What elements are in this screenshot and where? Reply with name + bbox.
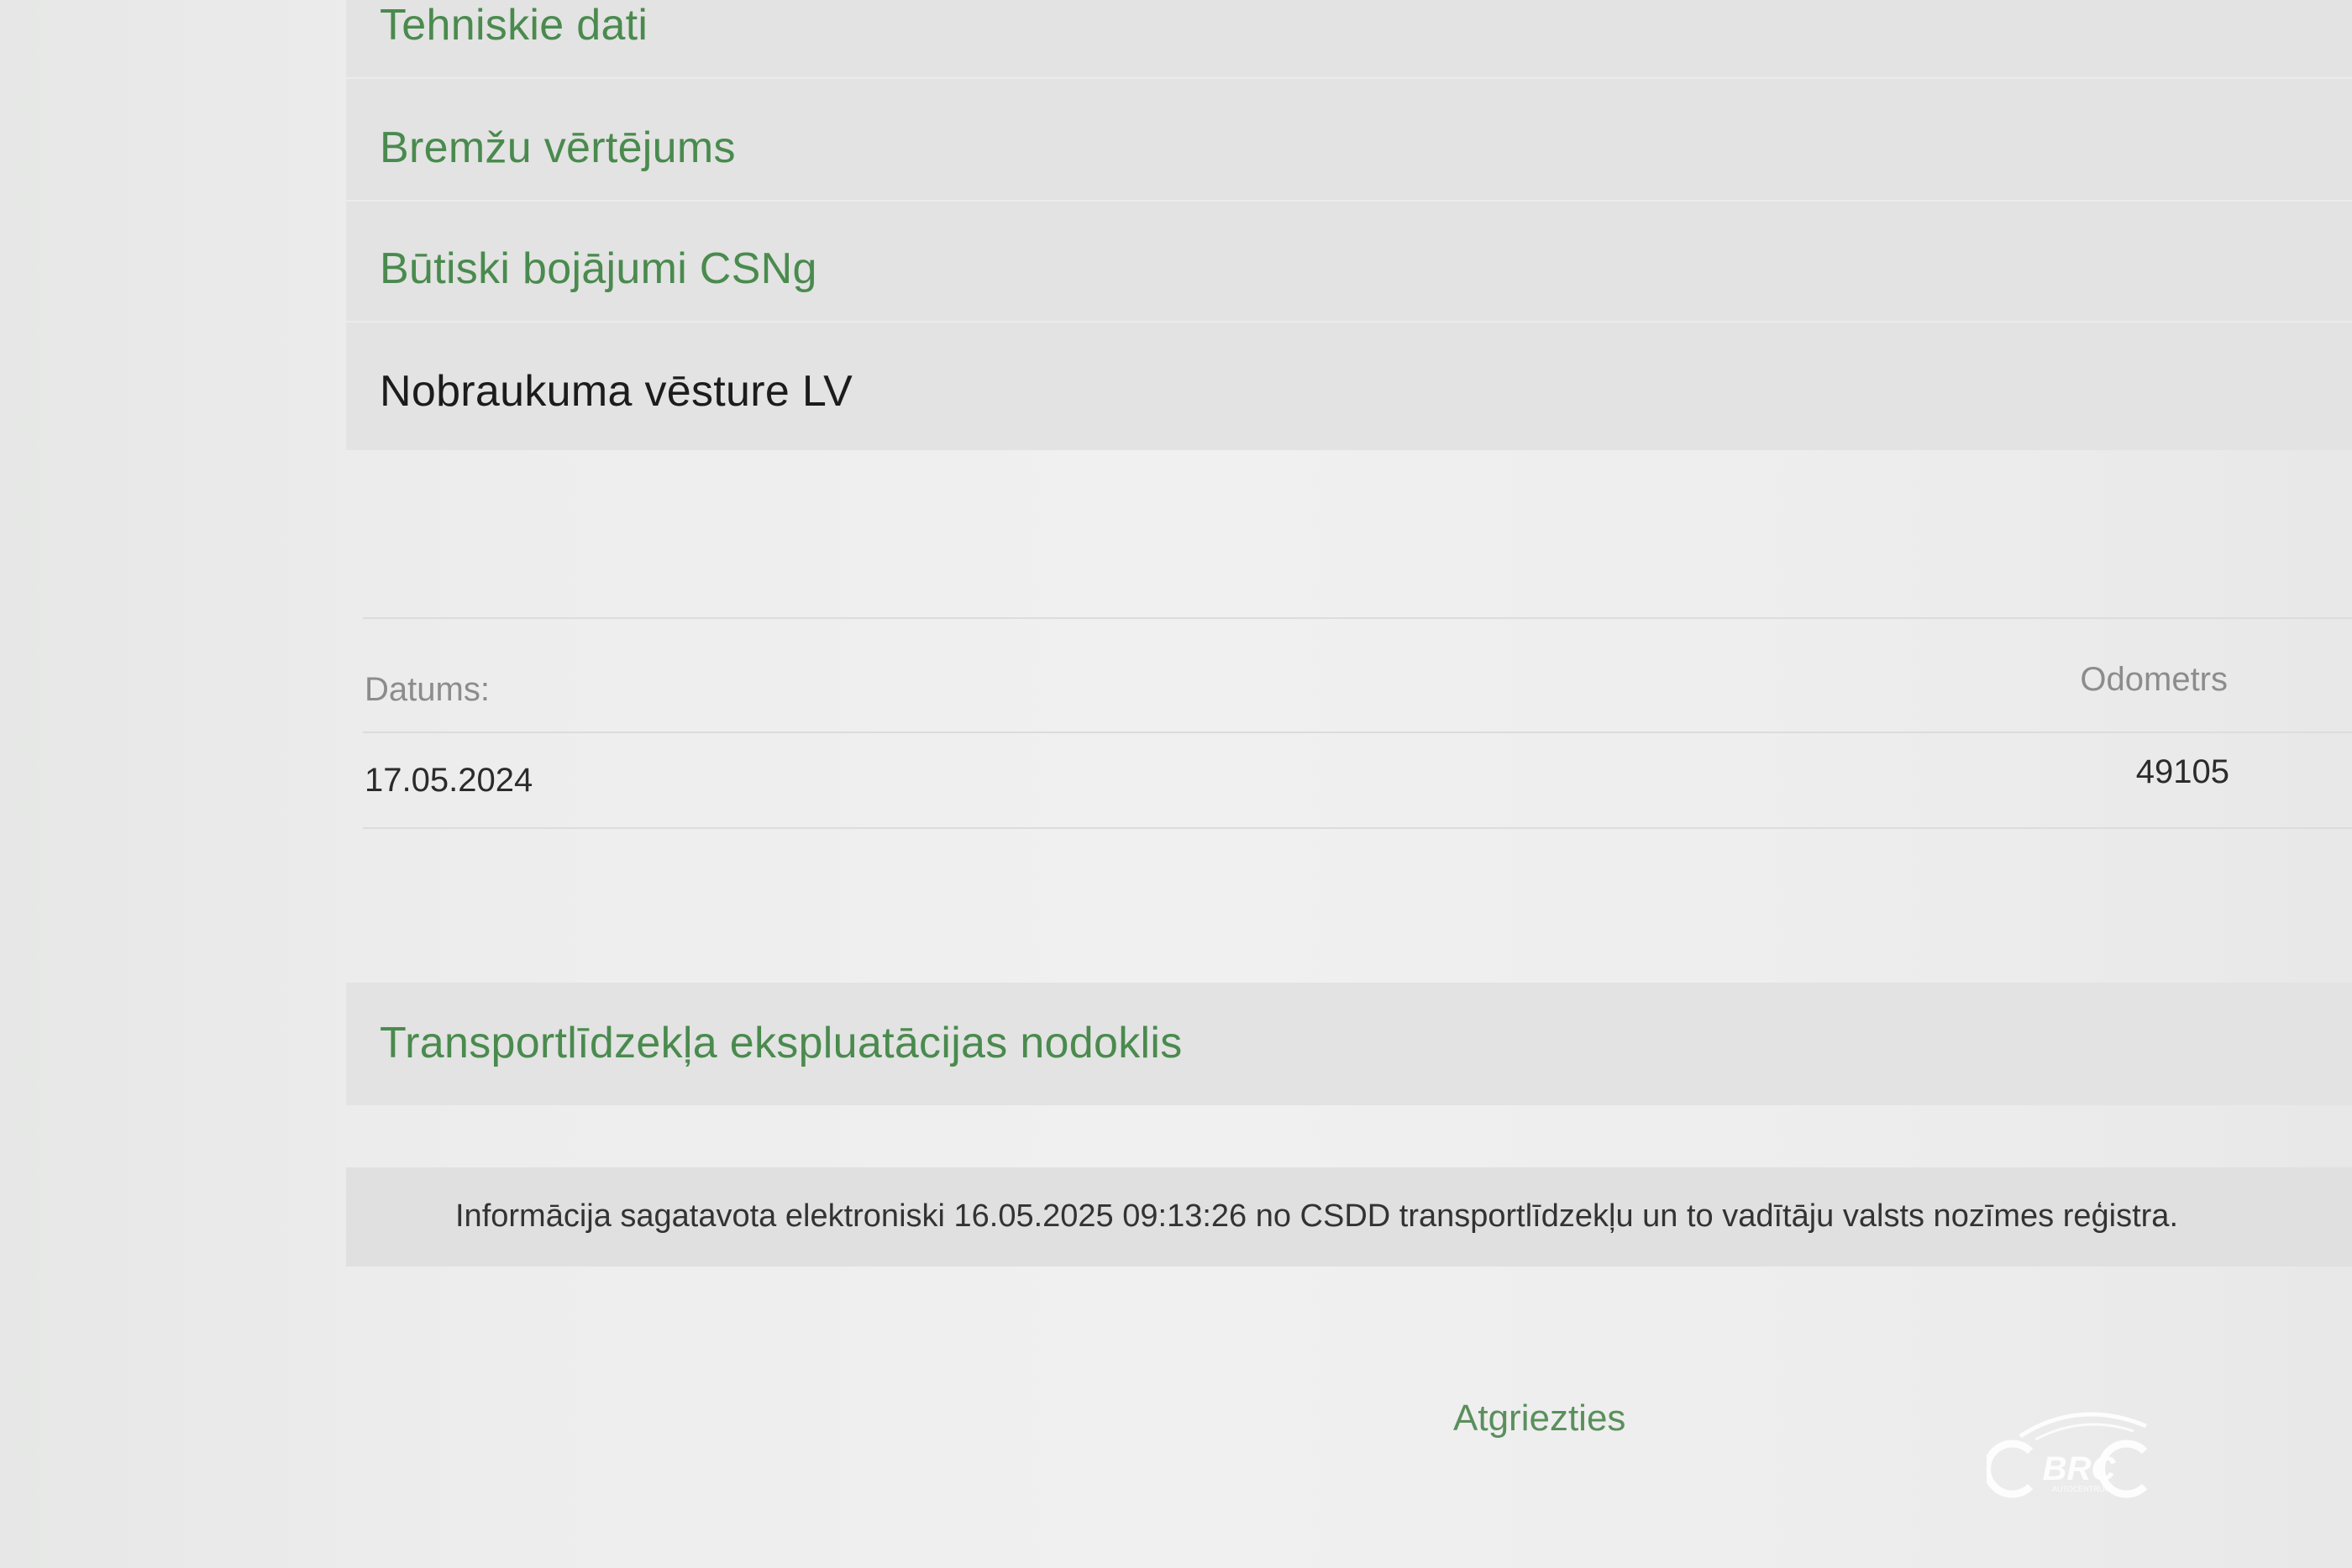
table-bottom-border <box>363 827 2352 829</box>
brc-logo-watermark: BRC AUTOCENTRUM <box>1987 1412 2148 1498</box>
menu-divider <box>346 200 2352 202</box>
menu-divider <box>346 77 2352 79</box>
logo-subtext: AUTOCENTRUM <box>2052 1485 2111 1493</box>
row-date: 17.05.2024 <box>365 762 533 799</box>
tax-section: Transportlīdzekļa ekspluatācijas nodokli… <box>346 983 2352 1105</box>
menu-item-operation-tax[interactable]: Transportlīdzekļa ekspluatācijas nodokli… <box>380 1018 1183 1068</box>
back-link[interactable]: Atgriezties <box>1453 1398 1625 1440</box>
row-odometer: 49105 <box>2135 753 2229 790</box>
vehicle-info-menu: Tehniskie dati Bremžu vērtējums Būtiski … <box>346 0 2352 450</box>
menu-item-mileage-history[interactable]: Nobraukuma vēsture LV <box>380 366 853 417</box>
column-header-date: Datums: <box>365 671 490 708</box>
table-header-border <box>363 732 2352 733</box>
info-text: Informācija sagatavota elektroniski 16.0… <box>455 1198 2178 1234</box>
menu-divider <box>346 321 2352 323</box>
logo-text: BRC <box>2043 1450 2117 1487</box>
column-header-odometer: Odometrs <box>2080 661 2228 698</box>
table-top-border <box>363 617 2352 619</box>
menu-item-damages-csng[interactable]: Būtiski bojājumi CSNg <box>380 244 817 294</box>
menu-item-brake-rating[interactable]: Bremžu vērtējums <box>380 123 736 173</box>
info-note: Informācija sagatavota elektroniski 16.0… <box>346 1167 2352 1266</box>
menu-item-technical-data[interactable]: Tehniskie dati <box>380 0 648 50</box>
